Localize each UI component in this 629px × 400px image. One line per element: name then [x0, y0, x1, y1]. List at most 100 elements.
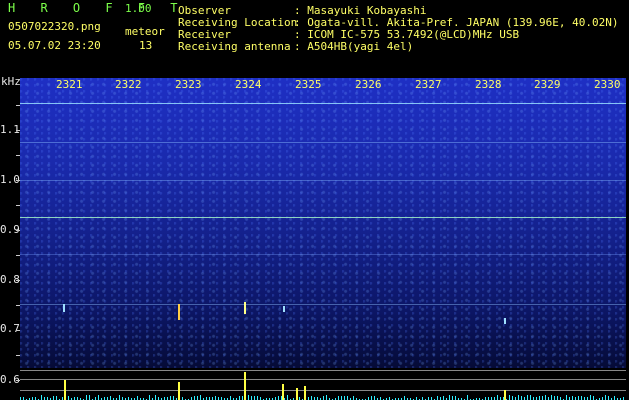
y-tick: [16, 155, 20, 156]
time-label: 2325: [295, 78, 322, 91]
meteor-count-strip: [20, 368, 626, 400]
noise-bar: [254, 396, 255, 400]
noise-bar: [509, 395, 510, 400]
meteor-label: meteor: [125, 25, 165, 38]
meteor-spike: [296, 388, 298, 400]
noise-bar: [287, 395, 288, 400]
noise-bar: [437, 396, 438, 400]
noise-bar: [614, 396, 615, 400]
noise-bar: [353, 396, 354, 400]
noise-bar: [566, 395, 567, 400]
noise-bar: [170, 396, 171, 400]
carrier-line: [20, 142, 626, 143]
noise-bar: [578, 396, 579, 400]
noise-bar: [137, 396, 138, 400]
noise-bar: [572, 396, 573, 400]
spectrogram: [20, 78, 626, 400]
noise-bar: [551, 395, 552, 400]
noise-bar: [344, 396, 345, 400]
noise-bar: [449, 395, 450, 400]
noise-bar: [194, 396, 195, 400]
noise-bar: [341, 396, 342, 400]
noise-bar: [542, 396, 543, 400]
noise-bar: [197, 396, 198, 400]
carrier-line: [20, 217, 626, 218]
noise-bar: [557, 396, 558, 400]
noise-bar: [173, 396, 174, 400]
y-tick: [16, 230, 20, 231]
noise-bar: [278, 396, 279, 400]
noise-bar: [98, 395, 99, 400]
carrier-line: [20, 103, 626, 104]
noise-bar: [590, 395, 591, 400]
time-label: 2326: [355, 78, 382, 91]
y-tick: [16, 255, 20, 256]
y-tick-label: 0.7: [0, 322, 20, 335]
time-label: 2324: [235, 78, 262, 91]
app-version: 1.00: [125, 2, 152, 15]
noise-bar: [554, 396, 555, 400]
noise-bar: [539, 396, 540, 400]
time-label: 2329: [534, 78, 561, 91]
noise-bar: [119, 395, 120, 400]
noise-bar: [86, 395, 87, 400]
noise-bar: [608, 396, 609, 400]
y-axis-unit: kHz: [1, 75, 21, 88]
noise-bar: [149, 395, 150, 400]
time-label: 2328: [475, 78, 502, 91]
noise-bar: [89, 395, 90, 400]
meteor-echo: [178, 304, 180, 320]
noise-bar: [242, 396, 243, 400]
meteor-spike: [504, 390, 506, 400]
noise-bar: [347, 396, 348, 400]
time-label: 2327: [415, 78, 442, 91]
noise-bar: [455, 396, 456, 400]
y-tick: [16, 180, 20, 181]
noise-bar: [338, 396, 339, 400]
noise-bar: [581, 396, 582, 400]
meteor-echo: [244, 302, 246, 314]
meteor-spike: [282, 384, 284, 400]
noise-bar: [215, 396, 216, 400]
meteor-echo: [283, 306, 285, 312]
threshold-line: [20, 390, 626, 391]
noise-bar: [452, 396, 453, 400]
time-label: 2321: [56, 78, 83, 91]
noise-bar: [230, 396, 231, 400]
noise-bar: [512, 396, 513, 400]
noise-bar: [605, 395, 606, 400]
noise-bar: [56, 396, 57, 400]
meteor-spike: [244, 372, 246, 400]
noise-bar: [239, 396, 240, 400]
meteor-echo: [63, 304, 65, 312]
noise-bar: [371, 396, 372, 400]
noise-bar: [53, 396, 54, 400]
meteor-spike: [178, 382, 180, 400]
noise-bar: [467, 395, 468, 400]
y-tick: [16, 305, 20, 306]
noise-bar: [257, 396, 258, 400]
y-tick: [16, 105, 20, 106]
threshold-line: [20, 379, 626, 380]
time-label: 2330: [594, 78, 621, 91]
noise-bar: [545, 395, 546, 400]
noise-bar: [443, 396, 444, 400]
noise-bar: [530, 395, 531, 400]
noise-bar: [323, 396, 324, 400]
noise-bar: [521, 396, 522, 400]
time-label: 2322: [115, 78, 142, 91]
info-label-antenna: Receiving antenna: [178, 40, 291, 53]
y-tick: [16, 355, 20, 356]
y-tick: [16, 130, 20, 131]
y-tick: [16, 330, 20, 331]
meteor-spike: [304, 386, 306, 400]
carrier-line: [20, 180, 626, 181]
noise-bar: [326, 395, 327, 400]
y-tick: [16, 280, 20, 281]
noise-bar: [248, 395, 249, 400]
noise-bar: [518, 395, 519, 400]
carrier-line: [20, 254, 626, 255]
time-label: 2323: [175, 78, 202, 91]
carrier-line: [20, 304, 626, 305]
noise-bar: [527, 395, 528, 400]
